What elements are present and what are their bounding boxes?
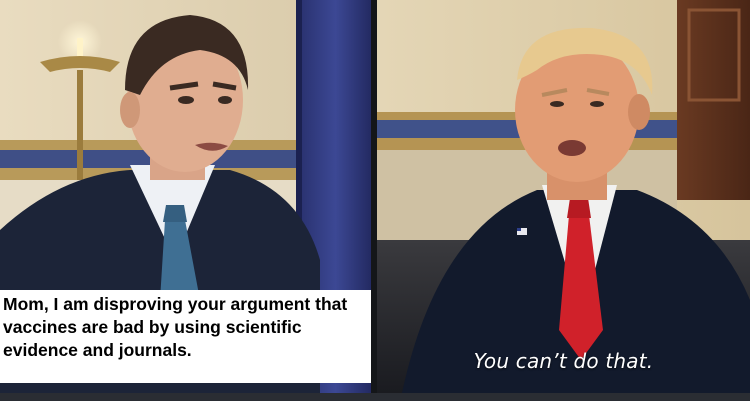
right-photo-panel xyxy=(377,0,750,393)
bottom-bar xyxy=(0,393,750,401)
meme-top-text: Mom, I am disproving your argument that … xyxy=(3,294,348,360)
right-photo-illustration xyxy=(377,0,750,393)
video-subtitle: You can’t do that. xyxy=(473,349,654,373)
meme-caption-box: Mom, I am disproving your argument that … xyxy=(0,290,371,383)
